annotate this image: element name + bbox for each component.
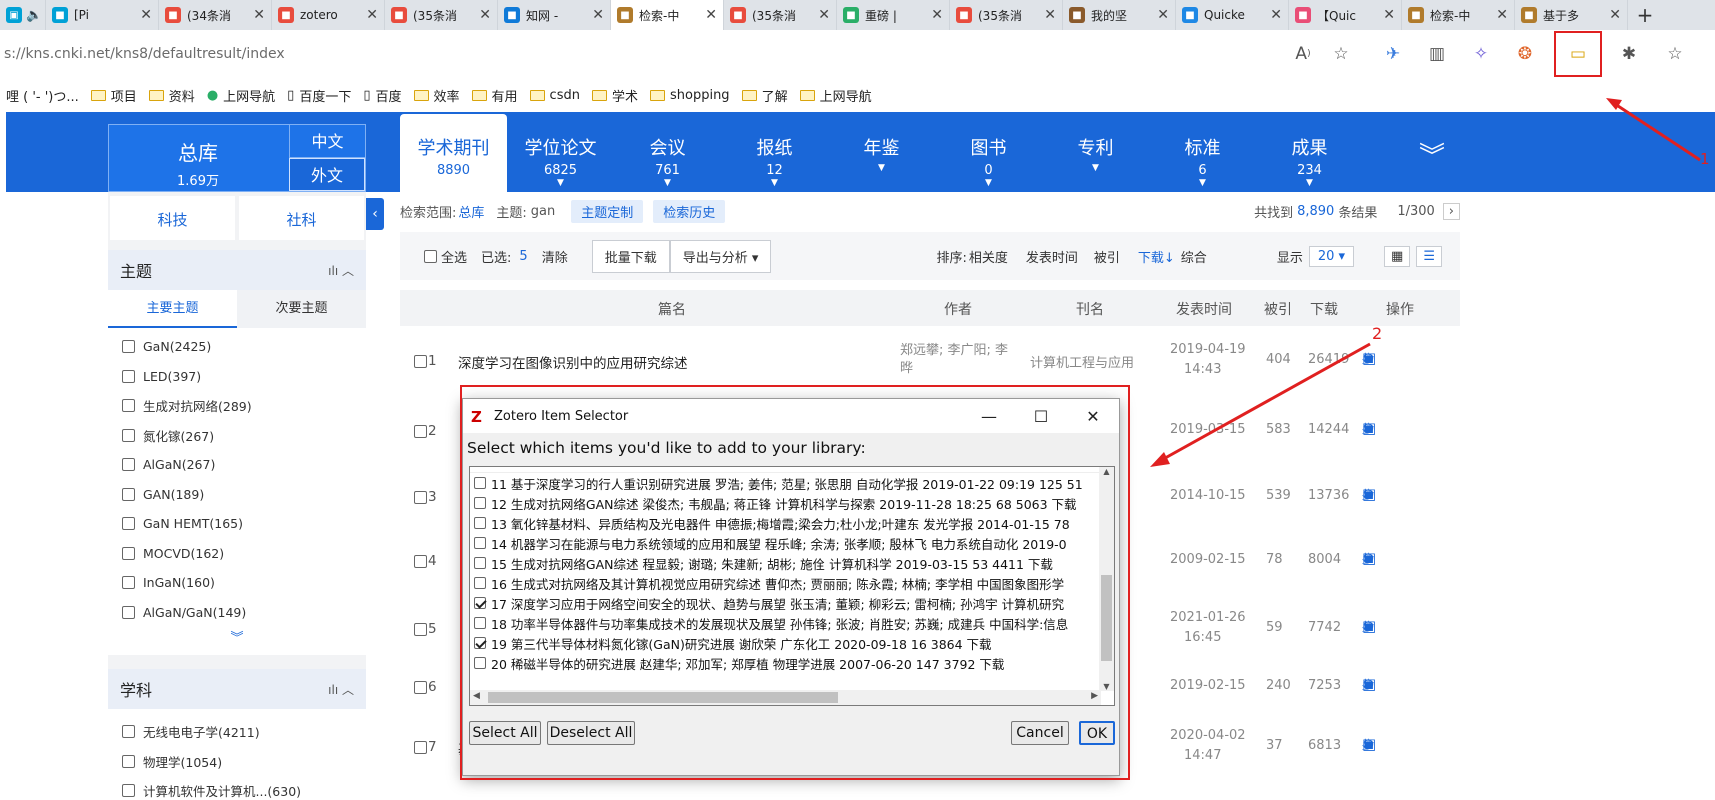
annotation-arrow-2 (1157, 342, 1371, 464)
annotation-number-1: 1 (1700, 150, 1710, 168)
annotation-arrowhead-2 (1150, 452, 1170, 467)
annotation-arrow-1 (1611, 100, 1701, 162)
annotation-arrows (1150, 98, 1701, 467)
annotation-number-2: 2 (1372, 324, 1383, 343)
